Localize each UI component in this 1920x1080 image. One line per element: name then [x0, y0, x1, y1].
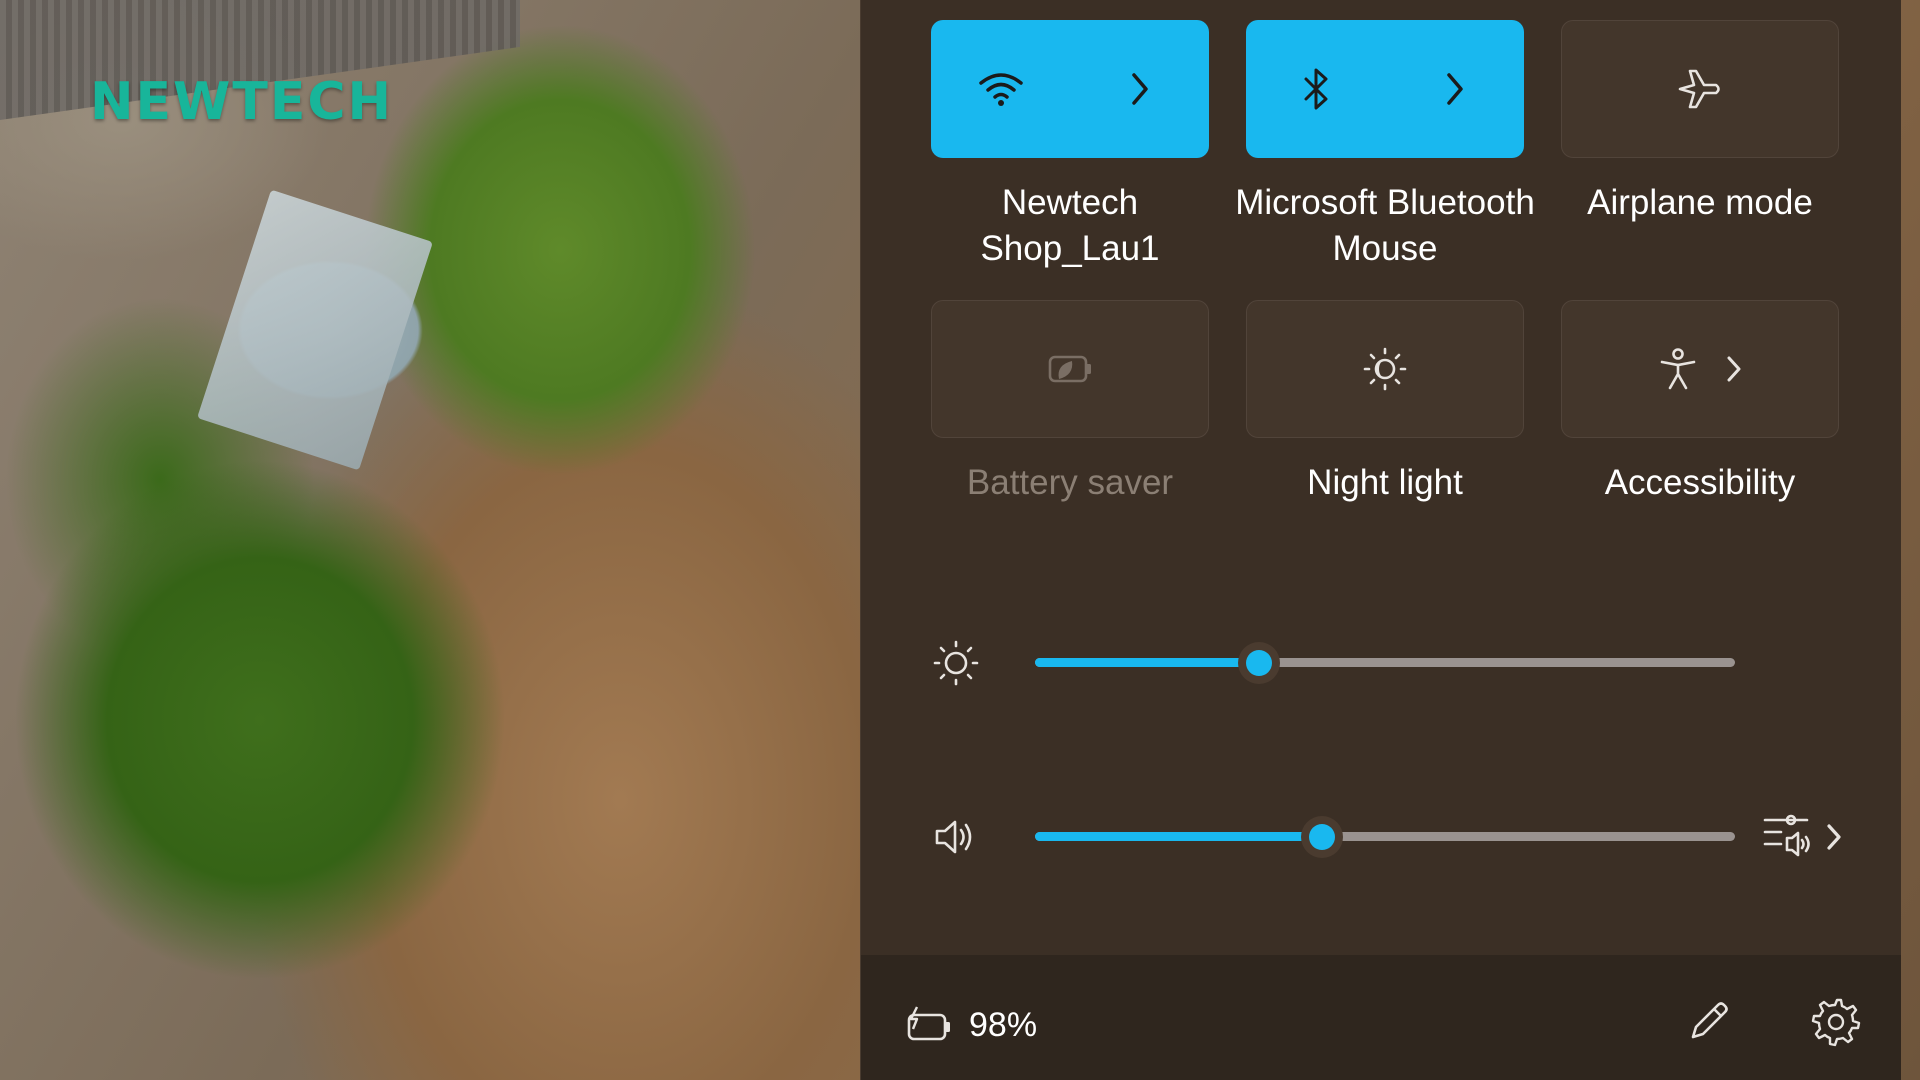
accessibility-icon — [1657, 346, 1699, 392]
wifi-networks-button[interactable] — [1070, 20, 1209, 158]
quick-settings-footer: 98% — [861, 955, 1901, 1080]
audio-output-icon — [1759, 810, 1849, 864]
wifi-tile — [931, 20, 1209, 158]
bluetooth-devices-button[interactable] — [1385, 20, 1524, 158]
night-light-icon — [1361, 345, 1409, 393]
brightness-slider-fill — [1035, 658, 1259, 667]
wifi-toggle-button[interactable] — [931, 20, 1070, 158]
chevron-right-icon — [1128, 71, 1152, 107]
battery-saver-icon — [1044, 351, 1096, 387]
audio-output-button[interactable] — [1759, 810, 1849, 864]
airplane-icon — [1676, 65, 1724, 113]
night-light-label: Night light — [1307, 463, 1463, 502]
pencil-icon — [1683, 995, 1735, 1047]
bluetooth-icon — [1301, 67, 1331, 111]
battery-status[interactable]: 98% — [903, 1003, 1037, 1047]
chevron-right-icon — [1443, 71, 1467, 107]
brightness-slider-row — [861, 628, 1901, 698]
brightness-icon — [931, 638, 991, 688]
airplane-mode-tile[interactable] — [1561, 20, 1839, 158]
battery-charging-icon — [903, 1003, 955, 1047]
settings-button[interactable] — [1811, 995, 1863, 1047]
battery-saver-label: Battery saver — [966, 463, 1174, 502]
volume-slider-fill — [1035, 832, 1322, 841]
battery-percent: 98% — [969, 1005, 1038, 1044]
volume-icon[interactable] — [931, 812, 991, 862]
edit-quick-settings-button[interactable] — [1683, 995, 1735, 1047]
wallpaper-tin-roof — [197, 189, 433, 471]
airplane-mode-label: Airplane mode — [1587, 183, 1813, 222]
brightness-slider-thumb[interactable] — [1238, 642, 1280, 684]
accessibility-label: Accessibility — [1604, 463, 1796, 502]
battery-saver-tile[interactable] — [931, 300, 1209, 438]
bluetooth-toggle-button[interactable] — [1246, 20, 1385, 158]
bluetooth-tile — [1246, 20, 1524, 158]
accessibility-tile[interactable] — [1561, 300, 1839, 438]
night-light-tile[interactable] — [1246, 300, 1524, 438]
chevron-right-icon — [1725, 354, 1743, 384]
volume-slider-thumb[interactable] — [1301, 816, 1343, 858]
wifi-icon — [976, 69, 1026, 109]
volume-slider[interactable] — [1035, 816, 1735, 858]
volume-slider-row — [861, 802, 1901, 872]
wifi-tile-label: Newtech Shop_Lau1 — [980, 183, 1160, 268]
quick-settings-panel: Newtech Shop_Lau1 Microsoft Bluetooth Mo… — [860, 0, 1901, 1080]
bluetooth-tile-label: Microsoft Bluetooth Mouse — [1235, 183, 1535, 268]
brightness-slider[interactable] — [1035, 642, 1735, 684]
newtech-logo: NEWTECH — [90, 72, 394, 132]
gear-icon — [1811, 995, 1863, 1047]
